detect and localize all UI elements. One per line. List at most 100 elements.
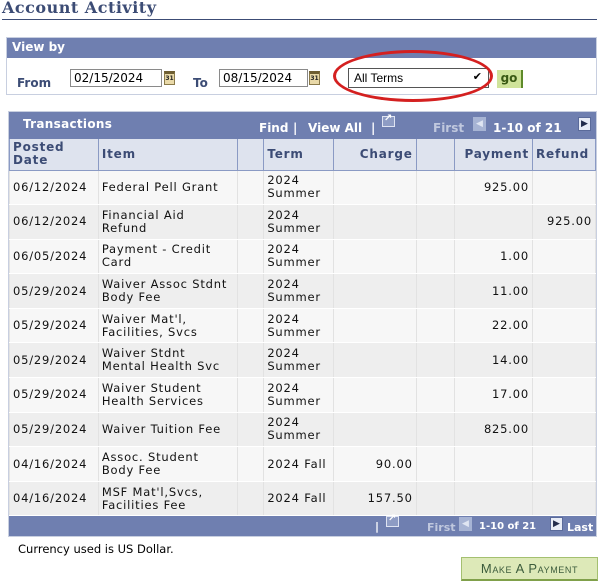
cell-payment: 14.00	[454, 342, 533, 379]
view-by-header: View by	[7, 38, 596, 58]
grid-footer: | First ◀ 1-10 of 21 ▶ Last	[9, 513, 596, 537]
cell-charge: 157.50	[333, 480, 417, 517]
cell-blank	[236, 238, 265, 275]
cell-term: 2024 Summer	[263, 273, 335, 309]
cell-refund	[531, 377, 597, 413]
cell-item: Waiver Mat'l, Facilities, Svcs	[97, 307, 238, 344]
page-title: Account Activity	[2, 0, 157, 17]
cell-term: 2024 Summer	[263, 411, 335, 448]
to-calendar-icon[interactable]: 31	[309, 71, 320, 85]
cell-refund	[531, 307, 597, 344]
cell-item: Waiver Assoc Stdnt Body Fee	[97, 273, 238, 309]
cell-blank	[236, 411, 265, 448]
separator: |	[371, 121, 376, 135]
table-row: 06/12/2024 Financial Aid Refund 2024 Summe…	[9, 204, 597, 240]
column-header-blank	[236, 139, 265, 171]
cell-posted-date: 04/16/2024	[9, 446, 99, 482]
from-calendar-icon[interactable]: 31	[164, 71, 175, 85]
cell-blank	[236, 377, 265, 413]
column-header-posted-date[interactable]: Posted Date	[9, 139, 99, 171]
title-divider	[2, 19, 597, 20]
make-payment-button[interactable]: Make A Payment	[461, 557, 598, 581]
cell-blank	[236, 342, 265, 379]
cell-blank	[415, 169, 456, 206]
column-header-term[interactable]: Term	[263, 139, 335, 171]
table-row: 06/05/2024 Payment - Credit Card 2024 Summ…	[9, 238, 597, 275]
separator: |	[375, 520, 380, 534]
cell-item: Waiver Tuition Fee	[97, 411, 238, 448]
next-arrow-icon[interactable]: ▶	[578, 117, 591, 131]
to-label: To	[193, 76, 208, 90]
find-link[interactable]: Find	[259, 121, 288, 135]
cell-refund	[531, 411, 597, 448]
go-button[interactable]: go	[497, 70, 523, 88]
table-row: 04/16/2024 Assoc. Student Body Fee 2024 Fa…	[9, 446, 597, 482]
cell-term: 2024 Summer	[263, 377, 335, 413]
table-row: 05/29/2024 Waiver Stdnt Mental Health Svc…	[9, 342, 597, 379]
cell-blank	[415, 411, 456, 448]
grid-header: Transactions Find | View All | First ◀ 1…	[9, 112, 596, 139]
cell-item: Waiver Student Health Services	[97, 377, 238, 413]
cell-posted-date: 05/29/2024	[9, 377, 99, 413]
cell-term: 2024 Summer	[263, 342, 335, 379]
popout-icon[interactable]	[382, 113, 395, 127]
cell-refund	[531, 169, 597, 206]
cell-blank	[415, 273, 456, 309]
cell-blank	[415, 204, 456, 240]
transactions-grid: Transactions Find | View All | First ◀ 1…	[8, 111, 597, 538]
cell-charge	[333, 342, 417, 379]
cell-payment	[454, 446, 533, 482]
column-header-payment[interactable]: Payment	[454, 139, 533, 171]
cell-item: Assoc. Student Body Fee	[97, 446, 238, 482]
cell-charge	[333, 169, 417, 206]
to-date-input[interactable]	[219, 69, 308, 87]
cell-charge	[333, 238, 417, 275]
column-header-blank	[415, 139, 456, 171]
from-label: From	[17, 76, 52, 90]
cell-payment: 22.00	[454, 307, 533, 344]
cell-blank	[236, 169, 265, 206]
popout-icon[interactable]	[386, 513, 399, 528]
cell-blank	[415, 342, 456, 379]
cell-payment: 11.00	[454, 273, 533, 309]
cell-blank	[415, 307, 456, 344]
cell-blank	[236, 480, 265, 517]
cell-blank	[236, 446, 265, 482]
first-link: First	[433, 121, 465, 135]
column-header-item[interactable]: Item	[97, 139, 238, 171]
previous-arrow-icon: ◀	[459, 517, 472, 532]
cell-refund: 925.00	[531, 204, 597, 240]
cell-payment: 825.00	[454, 411, 533, 448]
term-select[interactable]: All Terms ✔	[348, 68, 489, 88]
table-row: 05/29/2024 Waiver Tuition Fee 2024 Summer 8…	[9, 411, 597, 448]
table-row: 06/12/2024 Federal Pell Grant 2024 Summer 9…	[9, 169, 597, 206]
cell-payment: 17.00	[454, 377, 533, 413]
cell-posted-date: 05/29/2024	[9, 342, 99, 379]
chevron-down-icon: ✔	[472, 71, 482, 83]
table-row: 05/29/2024 Waiver Student Health Services…	[9, 377, 597, 413]
cell-term: 2024 Summer	[263, 238, 335, 275]
cell-payment	[454, 480, 533, 517]
next-arrow-icon[interactable]: ▶	[550, 517, 563, 532]
column-header-charge[interactable]: Charge	[333, 139, 417, 171]
column-header-refund[interactable]: Refund	[531, 139, 597, 171]
view-all-link[interactable]: View All	[308, 121, 362, 135]
cell-blank	[236, 273, 265, 309]
cell-charge	[333, 204, 417, 240]
view-by-panel: View by From 31 To 31 All Terms ✔ go	[6, 37, 597, 95]
cell-blank	[415, 238, 456, 275]
cell-blank	[236, 204, 265, 240]
cell-item: MSF Mat'l,Svcs, Facilities Fee	[97, 480, 238, 517]
cell-refund	[531, 446, 597, 482]
from-date-input[interactable]	[70, 69, 162, 87]
cell-charge	[333, 411, 417, 448]
last-link[interactable]: Last	[567, 521, 593, 534]
table-row: 04/16/2024 MSF Mat'l,Svcs, Facilities Fee…	[9, 480, 597, 517]
cell-item: Federal Pell Grant	[97, 169, 238, 206]
cell-term: 2024 Summer	[263, 204, 335, 240]
cell-item: Waiver Stdnt Mental Health Svc	[97, 342, 238, 379]
cell-term: 2024 Fall	[263, 480, 335, 517]
cell-payment: 1.00	[454, 238, 533, 275]
column-header-row: Posted Date Item Term Charge Payment Ref…	[9, 139, 597, 171]
cell-term: 2024 Summer	[263, 307, 335, 344]
